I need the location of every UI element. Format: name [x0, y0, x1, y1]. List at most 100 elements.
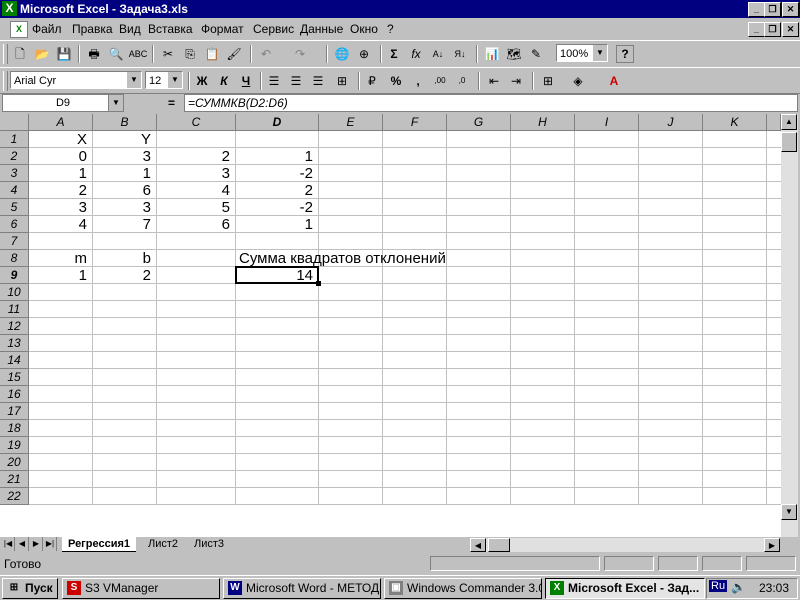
fill-color-icon[interactable]: ◈: [568, 71, 588, 91]
last-sheet-icon[interactable]: ▶|: [44, 537, 57, 551]
undo-icon[interactable]: ↶: [256, 44, 276, 64]
cell-C4[interactable]: 4: [157, 182, 230, 199]
row-header-20[interactable]: 20: [0, 454, 29, 471]
row-header-7[interactable]: 7: [0, 233, 29, 250]
scroll-down-icon[interactable]: ▼: [781, 504, 797, 520]
italic-button[interactable]: К: [214, 71, 234, 91]
redo-icon[interactable]: ↷: [290, 44, 310, 64]
scroll-up-icon[interactable]: ▲: [781, 114, 797, 130]
menu-data[interactable]: Данные: [300, 22, 343, 36]
row-header-16[interactable]: 16: [0, 386, 29, 403]
cell-D6[interactable]: 1: [236, 216, 313, 233]
row-header-8[interactable]: 8: [0, 250, 29, 267]
menu-help[interactable]: ?: [387, 22, 394, 36]
task-word[interactable]: W Microsoft Word - МЕТОД...: [223, 578, 381, 599]
merge-center-icon[interactable]: ⊞: [332, 71, 352, 91]
row-header-19[interactable]: 19: [0, 437, 29, 454]
increase-decimal-icon[interactable]: ,00: [430, 71, 450, 91]
align-left-icon[interactable]: ☰: [264, 71, 284, 91]
cell-A3[interactable]: 1: [29, 165, 87, 182]
menu-tools[interactable]: Сервис: [253, 22, 294, 36]
comma-style-button[interactable]: ,: [408, 71, 428, 91]
cell-A5[interactable]: 3: [29, 199, 87, 216]
column-header-D[interactable]: D: [236, 114, 319, 131]
chevron-down-icon[interactable]: ▼: [592, 45, 607, 61]
cell-C6[interactable]: 6: [157, 216, 230, 233]
clock[interactable]: 23:03: [759, 581, 789, 595]
task-windows-commander[interactable]: ▣ Windows Commander 3.0...: [384, 578, 542, 599]
row-header-21[interactable]: 21: [0, 471, 29, 488]
row-header-14[interactable]: 14: [0, 352, 29, 369]
cell-B4[interactable]: 6: [93, 182, 151, 199]
cell-C3[interactable]: 3: [157, 165, 230, 182]
row-header-10[interactable]: 10: [0, 284, 29, 301]
cell-B6[interactable]: 7: [93, 216, 151, 233]
cell-B8[interactable]: b: [93, 250, 151, 267]
doc-restore-button[interactable]: ❐: [764, 22, 781, 37]
task-s3vmanager[interactable]: S S3 VManager: [62, 578, 220, 599]
column-header-K[interactable]: K: [703, 114, 767, 131]
row-header-6[interactable]: 6: [0, 216, 29, 233]
sheet-tab-regression1[interactable]: Регрессия1: [62, 537, 136, 552]
edit-formula-button[interactable]: =: [168, 96, 175, 110]
save-icon[interactable]: 💾: [54, 44, 74, 64]
row-header-11[interactable]: 11: [0, 301, 29, 318]
menu-edit[interactable]: Правка: [72, 22, 113, 36]
close-button[interactable]: ✕: [782, 2, 799, 17]
row-header-12[interactable]: 12: [0, 318, 29, 335]
decrease-decimal-icon[interactable]: ,0: [452, 71, 472, 91]
speaker-icon[interactable]: 🔈: [731, 580, 746, 594]
cell-A8[interactable]: m: [29, 250, 88, 267]
align-right-icon[interactable]: ☰: [308, 71, 328, 91]
menu-file[interactable]: Файл: [32, 22, 62, 36]
sort-descending-icon[interactable]: Я↓: [450, 44, 470, 64]
next-sheet-icon[interactable]: ▶: [30, 537, 43, 551]
autosum-icon[interactable]: Σ: [384, 44, 404, 64]
align-center-icon[interactable]: ☰: [286, 71, 306, 91]
excel-icon[interactable]: X: [2, 1, 17, 16]
underline-button[interactable]: Ч: [236, 71, 256, 91]
cell-A4[interactable]: 2: [29, 182, 87, 199]
menu-format[interactable]: Формат: [201, 22, 244, 36]
horizontal-scrollbar[interactable]: ◀ ▶: [470, 538, 780, 552]
font-name-combo[interactable]: Arial Cyr ▼: [10, 71, 142, 89]
font-color-icon[interactable]: A: [604, 71, 624, 91]
menu-window[interactable]: Окно: [350, 22, 378, 36]
cell-B5[interactable]: 3: [93, 199, 151, 216]
cell-B1[interactable]: Y: [93, 131, 151, 148]
copy-icon[interactable]: ⎘: [180, 44, 200, 64]
open-folder-icon[interactable]: 📂: [32, 44, 52, 64]
cell-A2[interactable]: 0: [29, 148, 87, 165]
column-header-G[interactable]: G: [447, 114, 511, 131]
sort-ascending-icon[interactable]: A↓: [428, 44, 448, 64]
cell-A1[interactable]: X: [29, 131, 87, 148]
row-header-17[interactable]: 17: [0, 403, 29, 420]
first-sheet-icon[interactable]: |◀: [2, 537, 15, 551]
menu-view[interactable]: Вид: [119, 22, 141, 36]
chevron-down-icon[interactable]: ▼: [126, 72, 141, 88]
column-header-J[interactable]: J: [639, 114, 703, 131]
map-icon[interactable]: 🗺: [504, 44, 524, 64]
bold-button[interactable]: Ж: [192, 71, 212, 91]
row-header-13[interactable]: 13: [0, 335, 29, 352]
vertical-scrollbar[interactable]: ▲ ▼: [781, 114, 798, 537]
cell-D2[interactable]: 1: [236, 148, 313, 165]
web-toolbar-icon[interactable]: ⊕: [354, 44, 374, 64]
column-header-B[interactable]: B: [93, 114, 157, 131]
row-header-15[interactable]: 15: [0, 369, 29, 386]
cell-C5[interactable]: 5: [157, 199, 230, 216]
column-header-A[interactable]: A: [29, 114, 93, 131]
chevron-down-icon[interactable]: ▼: [108, 95, 123, 111]
increase-indent-icon[interactable]: ⇥: [506, 71, 526, 91]
cut-icon[interactable]: ✂: [158, 44, 178, 64]
column-header-E[interactable]: E: [319, 114, 383, 131]
paste-function-icon[interactable]: fx: [406, 44, 426, 64]
cell-D8[interactable]: Сумма квадратов отклонений: [239, 250, 446, 267]
cell-B3[interactable]: 1: [93, 165, 151, 182]
column-header-I[interactable]: I: [575, 114, 639, 131]
row-header-4[interactable]: 4: [0, 182, 29, 199]
doc-minimize-button[interactable]: _: [748, 22, 765, 37]
formula-input[interactable]: =СУММКВ(D2:D6): [184, 94, 798, 112]
column-header-C[interactable]: C: [157, 114, 236, 131]
cell-A6[interactable]: 4: [29, 216, 87, 233]
